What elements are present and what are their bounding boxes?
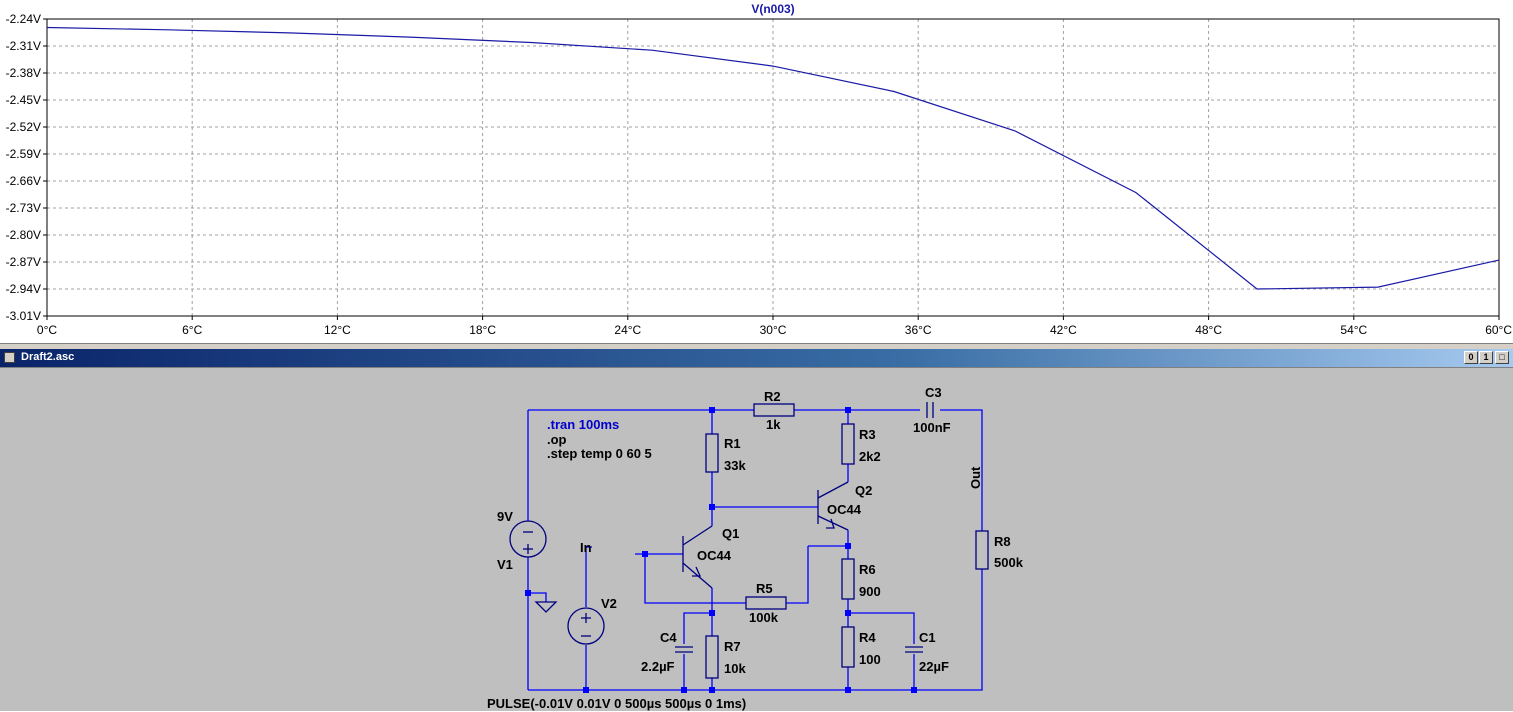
label-R8-value[interactable]: 500k [994,555,1024,570]
label-R5-name: R5 [756,581,773,596]
label-R3-value[interactable]: 2k2 [859,449,881,464]
label-C3-value[interactable]: 100nF [913,420,951,435]
directive-tran[interactable]: .tran 100ms [547,417,619,432]
capacitor-C1[interactable] [905,646,923,653]
label-R1-value[interactable]: 33k [724,458,746,473]
label-R2-name: R2 [764,389,781,404]
directive-step[interactable]: .step temp 0 60 5 [547,446,652,461]
resistor-R7[interactable] [705,635,719,679]
label-R8-name: R8 [994,534,1011,549]
label-R6-value[interactable]: 900 [859,584,881,599]
capacitor-C3[interactable] [926,402,934,418]
resistor-R2[interactable] [753,403,795,417]
label-R7-name: R7 [724,639,741,654]
directive-op[interactable]: .op [547,432,567,447]
label-Q1-value[interactable]: OC44 [697,548,732,563]
voltage-source-V1[interactable] [509,520,547,558]
label-R1-name: R1 [724,436,741,451]
label-R5-value[interactable]: 100k [749,610,779,625]
schematic-drawing[interactable]: .tran 100ms .op .step temp 0 60 5 R2 1k … [0,1,1513,712]
schematic-canvas[interactable]: .tran 100ms .op .step temp 0 60 5 R2 1k … [0,367,1513,711]
resistor-R5[interactable] [745,596,787,610]
label-R4-name: R4 [859,630,876,645]
label-V1-name: V1 [497,557,513,572]
label-Q2-value[interactable]: OC44 [827,502,862,517]
schematic-window[interactable]: Draft2.asc 0 1 □ .tran 100ms .op .step t… [0,349,1513,711]
label-C4-name: C4 [660,630,677,645]
ground-symbol[interactable] [534,601,558,613]
net-label-out[interactable]: Out [968,466,983,489]
label-R6-name: R6 [859,562,876,577]
resistor-R6[interactable] [841,558,855,600]
voltage-source-V2[interactable] [567,607,605,645]
label-C3-name: C3 [925,385,942,400]
label-Q2-name: Q2 [855,483,872,498]
net-label-in[interactable]: In [580,540,592,555]
resistor-R8[interactable] [975,530,989,570]
label-V2-value[interactable]: PULSE(-0.01V 0.01V 0 500µs 500µs 0 1ms) [487,696,746,711]
label-R4-value[interactable]: 100 [859,652,881,667]
resistor-R3[interactable] [841,423,855,465]
resistor-R1[interactable] [705,433,719,473]
label-C1-value[interactable]: 22µF [919,659,949,674]
resistor-R4[interactable] [841,626,855,668]
label-V1-value[interactable]: 9V [497,509,513,524]
label-V2-name: V2 [601,596,617,611]
capacitor-C4[interactable] [675,646,693,653]
label-C4-value[interactable]: 2.2µF [641,659,675,674]
label-R7-value[interactable]: 10k [724,661,746,676]
label-R2-value[interactable]: 1k [766,417,781,432]
label-R3-name: R3 [859,427,876,442]
label-Q1-name: Q1 [722,526,739,541]
label-C1-name: C1 [919,630,936,645]
